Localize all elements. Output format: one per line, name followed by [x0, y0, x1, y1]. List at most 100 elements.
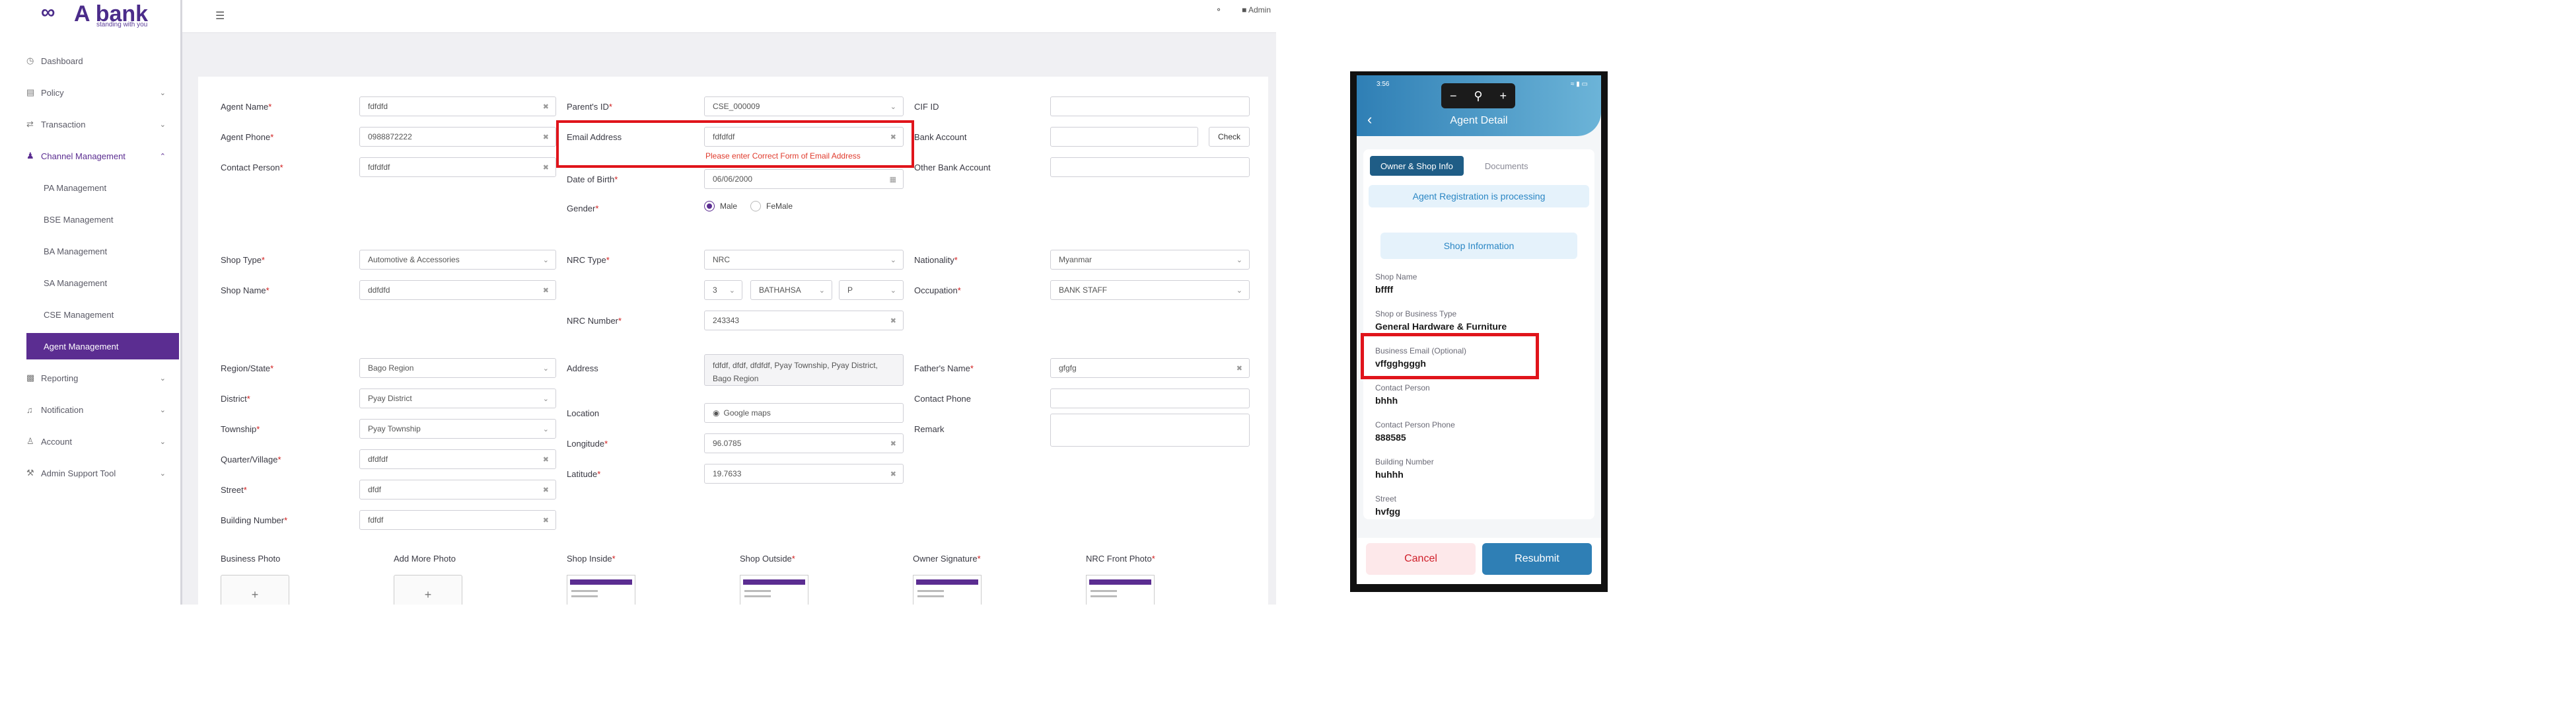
nrc-state-select[interactable]: 3 ⌄: [704, 280, 742, 300]
logo-mark-icon: ∞: [41, 1, 55, 23]
mobile-header: 3:56 ≈ ▮ ▭ − ⚲ + ‹ Agent Detail: [1357, 75, 1601, 136]
other-bank-account-input[interactable]: [1050, 157, 1250, 177]
owner-signature-thumbnail[interactable]: [913, 575, 982, 605]
shop-inside-thumbnail[interactable]: [567, 575, 635, 605]
contact-phone-input[interactable]: [1050, 388, 1250, 408]
clear-icon: ✖: [542, 486, 549, 494]
shop-information-section[interactable]: Shop Information: [1380, 233, 1577, 259]
tab-owner-shop-info[interactable]: Owner & Shop Info: [1370, 156, 1464, 176]
sidebar-item-channel-management[interactable]: ♟ Channel Management ⌃: [26, 143, 172, 169]
resubmit-button[interactable]: Resubmit: [1482, 543, 1592, 575]
address-textarea[interactable]: fdfdf, dfdf, dfdfdf, Pyay Township, Pyay…: [704, 354, 904, 386]
parent-id-label: Parent's ID*: [567, 102, 612, 112]
latitude-input[interactable]: 19.7633 ✖: [704, 464, 904, 484]
tab-documents[interactable]: Documents: [1474, 156, 1539, 176]
sidebar-item-account[interactable]: ♙ Account ⌄: [26, 428, 172, 455]
menu-toggle-icon[interactable]: ☰: [215, 9, 225, 22]
agent-phone-input[interactable]: 0988872222 ✖: [359, 127, 556, 147]
parent-id-select[interactable]: CSE_000009 ⌄: [704, 96, 904, 116]
sidebar-item-bse-management[interactable]: BSE Management: [44, 206, 172, 233]
bank-account-input[interactable]: [1050, 127, 1198, 147]
agent-name-label: Agent Name*: [221, 102, 272, 112]
mobile-title: Agent Detail: [1450, 115, 1508, 126]
notification-icon[interactable]: ⚬: [1215, 5, 1222, 15]
remark-textarea[interactable]: [1050, 414, 1250, 447]
chevron-down-icon: ⌄: [159, 374, 166, 383]
user-menu[interactable]: ■ Admin: [1242, 5, 1271, 15]
bell-icon: ♫: [26, 404, 33, 415]
sidebar-item-reporting[interactable]: ▩ Reporting ⌄: [26, 365, 172, 391]
chevron-down-icon: ⌄: [159, 406, 166, 414]
cif-id-label: CIF ID: [914, 102, 939, 112]
occupation-label: Occupation*: [914, 285, 961, 295]
nrc-type-code-select[interactable]: P ⌄: [839, 280, 904, 300]
sidebar-item-ba-management[interactable]: BA Management: [44, 238, 172, 264]
nrc-number-input[interactable]: 243343 ✖: [704, 311, 904, 330]
sidebar-item-dashboard[interactable]: ◷ Dashboard: [26, 48, 172, 74]
contact-person-label: Contact Person*: [221, 163, 283, 172]
longitude-label: Longitude*: [567, 439, 608, 449]
plus-icon: +: [424, 587, 432, 601]
shop-outside-thumbnail[interactable]: [740, 575, 808, 605]
occupation-select[interactable]: BANK STAFF ⌄: [1050, 280, 1250, 300]
shop-type-select[interactable]: Automotive & Accessories ⌄: [359, 250, 556, 270]
clear-icon: ✖: [542, 455, 549, 464]
cancel-button[interactable]: Cancel: [1366, 543, 1476, 575]
check-button[interactable]: Check: [1209, 127, 1250, 147]
tab-bar: Owner & Shop Info Documents: [1370, 156, 1539, 176]
sidebar: ∞ A bank standing with you ◷ Dashboard ▤ P…: [0, 0, 182, 605]
dob-input[interactable]: 06/06/2000 ▦: [704, 169, 904, 189]
clear-icon: ✖: [542, 133, 549, 141]
plus-icon: +: [251, 587, 259, 601]
cif-id-input[interactable]: [1050, 96, 1250, 116]
business-photo-upload[interactable]: +: [221, 575, 289, 605]
quarter-input[interactable]: dfdfdf ✖: [359, 449, 556, 469]
agent-name-input[interactable]: fdfdfd ✖: [359, 96, 556, 116]
building-input[interactable]: fdfdf ✖: [359, 510, 556, 530]
zoom-out-icon[interactable]: −: [1450, 89, 1457, 103]
nrc-front-photo-thumbnail[interactable]: [1086, 575, 1155, 605]
sidebar-item-admin-support-tool[interactable]: ⚒ Admin Support Tool ⌄: [26, 460, 172, 486]
father-name-label: Father's Name*: [914, 363, 974, 373]
township-select[interactable]: Pyay Township ⌄: [359, 419, 556, 439]
region-select[interactable]: Bago Region ⌄: [359, 358, 556, 378]
add-more-photo-upload[interactable]: +: [394, 575, 462, 605]
field-label: Contact Person Phone: [1375, 420, 1455, 429]
sidebar-item-sa-management[interactable]: SA Management: [44, 270, 172, 296]
nrc-number-label: NRC Number*: [567, 316, 622, 326]
gender-female-radio[interactable]: FeMale: [750, 201, 793, 211]
contact-person-input[interactable]: fdfdfdf ✖: [359, 157, 556, 177]
sidebar-item-cse-management[interactable]: CSE Management: [44, 301, 172, 328]
logo-tagline: standing with you: [96, 21, 148, 28]
longitude-input[interactable]: 96.0785 ✖: [704, 433, 904, 453]
nrc-type-select[interactable]: NRC ⌄: [704, 250, 904, 270]
chevron-down-icon: ⌄: [890, 102, 896, 111]
chevron-down-icon: ⌄: [542, 425, 549, 433]
chevron-down-icon: ⌄: [159, 437, 166, 446]
mobile-footer: Cancel Resubmit: [1357, 538, 1601, 584]
gender-male-radio[interactable]: Male: [704, 201, 737, 211]
clear-icon: ✖: [890, 439, 896, 448]
shop-inside-label: Shop Inside*: [567, 554, 616, 564]
field-value: bhhh: [1375, 395, 1398, 406]
district-select[interactable]: Pyay District ⌄: [359, 388, 556, 408]
clear-icon: ✖: [1236, 364, 1242, 373]
zoom-in-icon[interactable]: +: [1500, 89, 1507, 103]
building-label: Building Number*: [221, 515, 288, 525]
street-input[interactable]: dfdf ✖: [359, 480, 556, 500]
sidebar-item-notification[interactable]: ♫ Notification ⌄: [26, 396, 172, 423]
nrc-township-select[interactable]: BATHAHSA ⌄: [750, 280, 832, 300]
sidebar-item-agent-management[interactable]: Agent Management: [26, 333, 179, 359]
admin-panel: ∞ A bank standing with you ◷ Dashboard ▤ P…: [0, 0, 1276, 605]
agent-phone-label: Agent Phone*: [221, 132, 274, 142]
sidebar-item-pa-management[interactable]: PA Management: [44, 174, 172, 201]
google-maps-button[interactable]: ◉ Google maps: [704, 403, 904, 423]
remark-label: Remark: [914, 424, 945, 434]
sidebar-item-policy[interactable]: ▤ Policy ⌄: [26, 79, 172, 106]
father-name-input[interactable]: gfgfg ✖: [1050, 358, 1250, 378]
zoom-search-icon[interactable]: ⚲: [1474, 89, 1482, 103]
sidebar-item-transaction[interactable]: ⇄ Transaction ⌄: [26, 111, 172, 137]
bar-chart-icon: ▩: [26, 373, 35, 383]
shop-name-input[interactable]: ddfdfd ✖: [359, 280, 556, 300]
nationality-select[interactable]: Myanmar ⌄: [1050, 250, 1250, 270]
